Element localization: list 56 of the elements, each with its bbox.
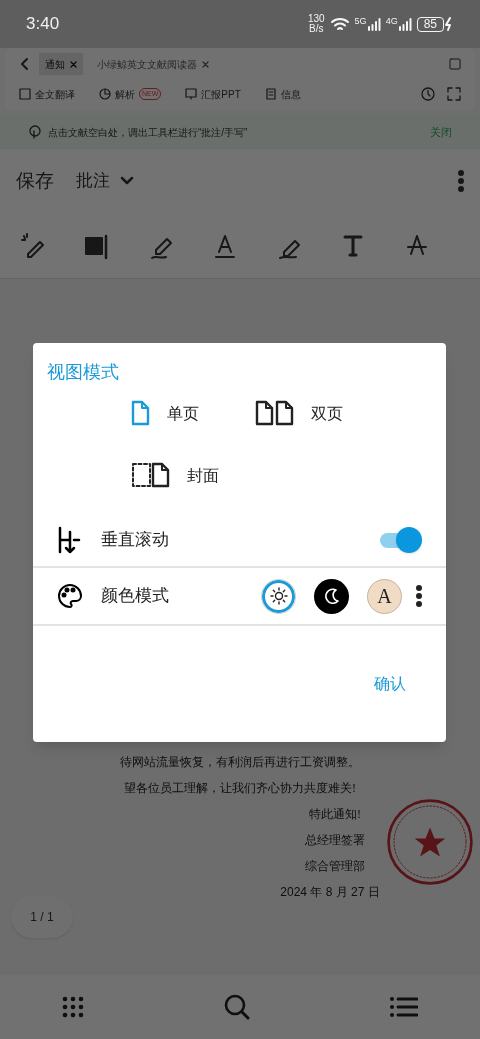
toggle-switch[interactable]	[380, 526, 422, 554]
document-text: 总经理签署	[305, 832, 365, 849]
document-tab[interactable]: 通知	[39, 53, 83, 75]
info-document-icon	[264, 88, 277, 100]
save-button[interactable]: 保存	[16, 166, 54, 196]
list-icon[interactable]	[390, 996, 418, 1018]
clock-icon[interactable]	[421, 87, 435, 101]
presentation-icon	[185, 88, 198, 100]
document-text: 待网站流量恢复，有利润后再进行工资调整。	[120, 754, 360, 771]
network-speed: 130	[307, 14, 325, 24]
layout-option[interactable]: 双页	[254, 400, 379, 428]
close-icon[interactable]	[70, 60, 77, 68]
dark-theme-button[interactable]	[314, 578, 349, 614]
page-frame-icon[interactable]	[449, 58, 461, 70]
charging-icon	[444, 17, 454, 31]
close-notice-link[interactable]: 关闭	[430, 123, 452, 141]
document-text: 综合管理部	[305, 858, 365, 875]
document-tool-button[interactable]: 信息	[264, 86, 301, 102]
document-tool-button[interactable]: 汇报PPT	[185, 86, 241, 102]
document-text: 特此通知!	[309, 806, 361, 823]
grid-icon[interactable]	[62, 996, 84, 1018]
document-text: 望各位员工理解，让我们齐心协力共度难关!	[124, 780, 356, 797]
back-icon[interactable]	[19, 57, 31, 71]
chevron-down-icon	[120, 176, 134, 186]
wifi-icon	[329, 16, 350, 32]
battery-level: 85	[416, 16, 444, 32]
page-indicator[interactable]: 1 / 1	[11, 896, 73, 938]
clock-time: 3:40	[26, 13, 60, 36]
signal-icon	[366, 17, 381, 31]
moon-icon	[323, 588, 340, 604]
setting-label: 垂直滚动	[101, 529, 169, 552]
pie-chart-icon	[99, 88, 111, 100]
document-text: 2024 年 8 月 27 日	[280, 884, 380, 901]
document-tool-button[interactable]: 全文翻译	[19, 86, 75, 102]
network-label: 4G	[385, 17, 398, 26]
palette-icon	[57, 583, 83, 609]
network-label: 5G	[354, 17, 367, 26]
fullscreen-icon[interactable]	[447, 87, 461, 101]
close-icon[interactable]	[202, 60, 209, 68]
mode-dropdown[interactable]: 批注	[76, 168, 134, 194]
more-icon[interactable]	[416, 585, 422, 607]
light-theme-button[interactable]	[261, 578, 296, 614]
sepia-theme-button[interactable]: A	[367, 578, 402, 614]
magic-pen-icon[interactable]	[20, 231, 46, 260]
confirm-button[interactable]: 确认	[374, 672, 406, 696]
search-icon[interactable]	[223, 993, 251, 1021]
sun-icon	[269, 587, 288, 605]
notice-text: 点击文献空白处，调出工具栏进行“批注/手写”	[48, 125, 248, 140]
layout-option[interactable]: 单页	[130, 400, 255, 428]
vertical-scroll-icon	[57, 526, 81, 554]
document-tab[interactable]: 小绿鲸英文文献阅读器	[91, 53, 215, 75]
network-speed: B/s	[309, 24, 324, 34]
dialog-title: 视图模式	[46, 361, 120, 384]
signal-icon	[397, 17, 412, 31]
layout-option[interactable]: 封面	[130, 462, 255, 490]
setting-label: 颜色模式	[101, 585, 169, 608]
